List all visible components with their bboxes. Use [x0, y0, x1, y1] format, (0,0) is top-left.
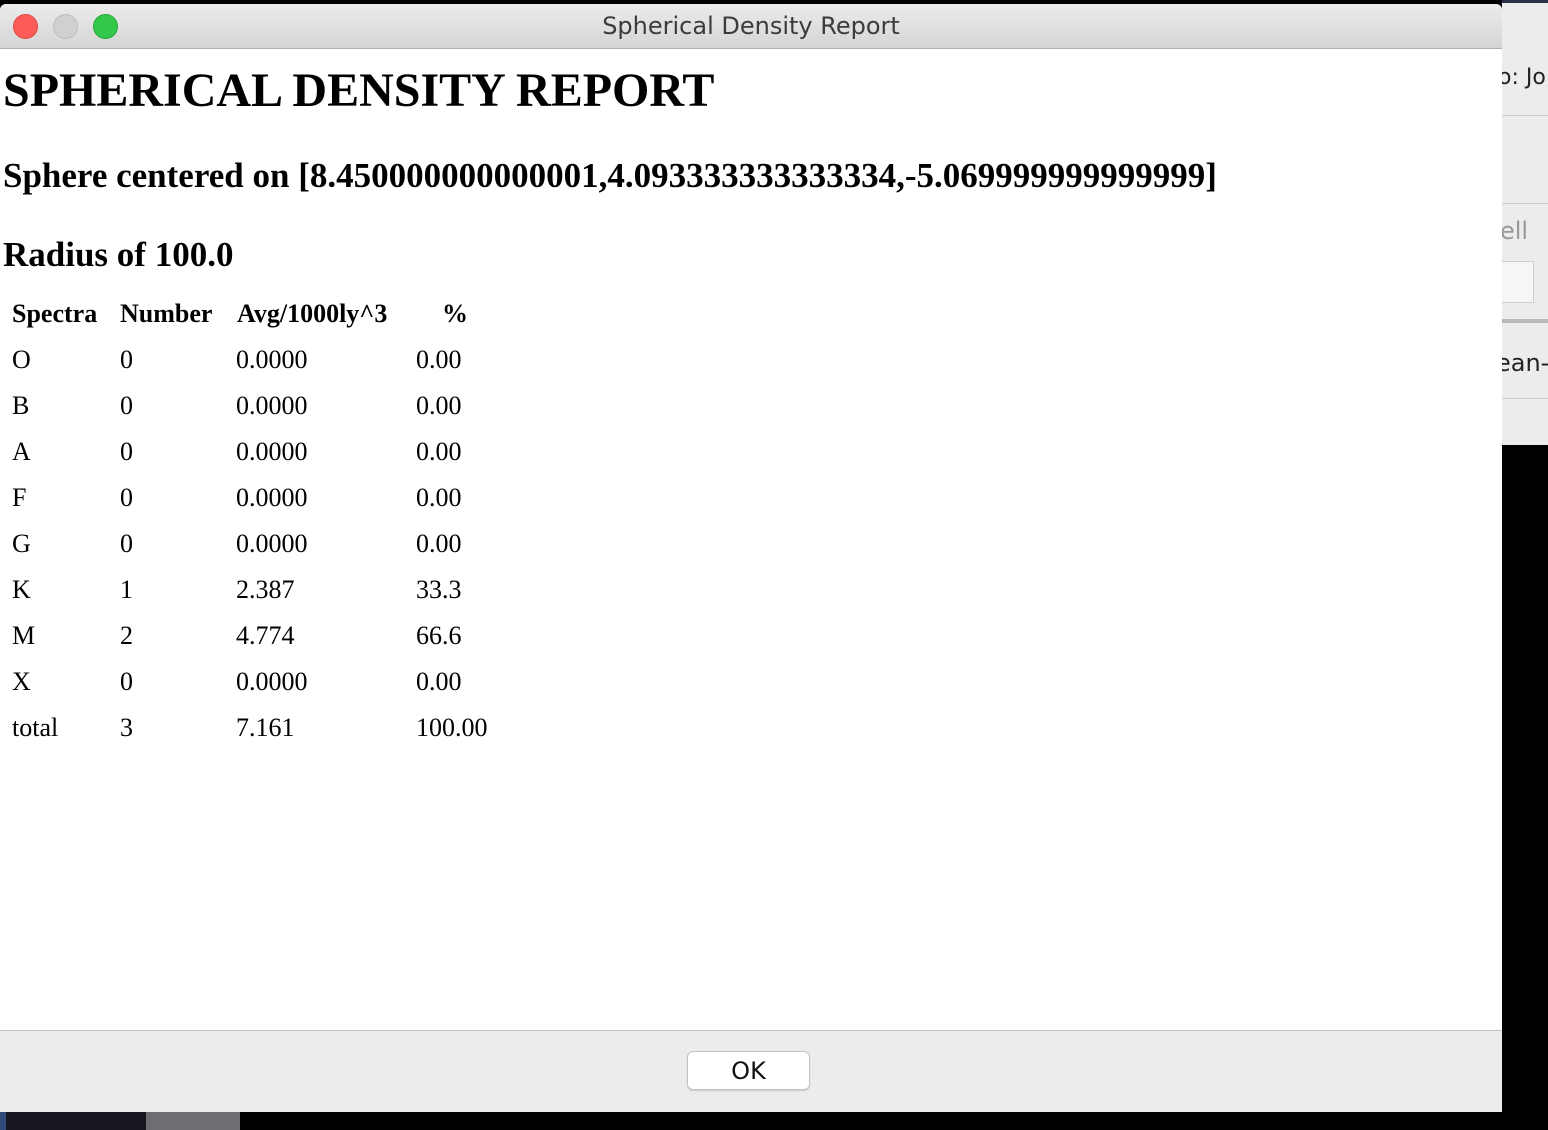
- table-cell-spectra: X: [12, 667, 31, 696]
- table-cell-avg: 0.0000: [236, 667, 308, 696]
- background-text-fragment: ean-c: [1502, 349, 1548, 377]
- table-cell-number: 0: [120, 391, 133, 420]
- background-text-fragment: o: Jo: [1502, 65, 1546, 90]
- table-cell-spectra: A: [12, 437, 31, 466]
- report-heading: SPHERICAL DENSITY REPORT: [3, 64, 715, 117]
- table-cell-percent: 0.00: [416, 345, 462, 374]
- table-cell-number: 0: [120, 667, 133, 696]
- table-cell-spectra: total: [12, 713, 59, 742]
- table-cell-spectra: O: [12, 345, 31, 374]
- table-cell-number: 2: [120, 621, 133, 650]
- background-dock-strip: [0, 1112, 240, 1130]
- dialog-footer: OK: [0, 1030, 1502, 1112]
- table-cell-avg: 0.0000: [236, 345, 308, 374]
- table-cell-spectra: G: [12, 529, 31, 558]
- table-cell-number: 3: [120, 713, 133, 742]
- table-cell-spectra: F: [12, 483, 27, 512]
- table-cell-number: 0: [120, 345, 133, 374]
- table-cell-percent: 100.00: [416, 713, 488, 742]
- table-cell-percent: 0.00: [416, 437, 462, 466]
- table-cell-percent: 0.00: [416, 667, 462, 696]
- column-header-number: Number: [120, 299, 213, 328]
- table-cell-number: 1: [120, 575, 133, 604]
- table-cell-percent: 33.3: [416, 575, 462, 604]
- table-cell-spectra: B: [12, 391, 30, 420]
- title-bar[interactable]: Spherical Density Report: [0, 4, 1502, 49]
- column-header-percent: %: [442, 299, 468, 328]
- table-cell-number: 0: [120, 483, 133, 512]
- table-cell-spectra: M: [12, 621, 36, 650]
- table-cell-avg: 0.0000: [236, 483, 308, 512]
- table-cell-avg: 2.387: [236, 575, 295, 604]
- table-cell-percent: 0.00: [416, 529, 462, 558]
- table-cell-avg: 7.161: [236, 713, 295, 742]
- table-cell-avg: 0.0000: [236, 391, 308, 420]
- table-cell-percent: 0.00: [416, 391, 462, 420]
- background-window: o: Jo ell ean-c: [1502, 0, 1548, 445]
- sphere-center-text: Sphere centered on [8.450000000000001,4.…: [3, 156, 1217, 195]
- background-text-fragment: ell: [1502, 217, 1529, 245]
- window-title: Spherical Density Report: [602, 12, 900, 40]
- table-cell-avg: 0.0000: [236, 529, 308, 558]
- radius-text: Radius of 100.0: [3, 235, 234, 274]
- column-header-spectra: Spectra: [12, 299, 98, 328]
- table-cell-percent: 66.6: [416, 621, 462, 650]
- table-cell-percent: 0.00: [416, 483, 462, 512]
- table-cell-avg: 0.0000: [236, 437, 308, 466]
- table-cell-spectra: K: [12, 575, 31, 604]
- report-content: SPHERICAL DENSITY REPORT Sphere centered…: [0, 49, 1502, 1030]
- table-cell-avg: 4.774: [236, 621, 295, 650]
- ok-button[interactable]: OK: [687, 1051, 810, 1090]
- table-cell-number: 0: [120, 529, 133, 558]
- column-header-avg: Avg/1000ly^3: [237, 299, 388, 328]
- table-cell-number: 0: [120, 437, 133, 466]
- report-window: Spherical Density Report SPHERICAL DENSI…: [0, 4, 1502, 1112]
